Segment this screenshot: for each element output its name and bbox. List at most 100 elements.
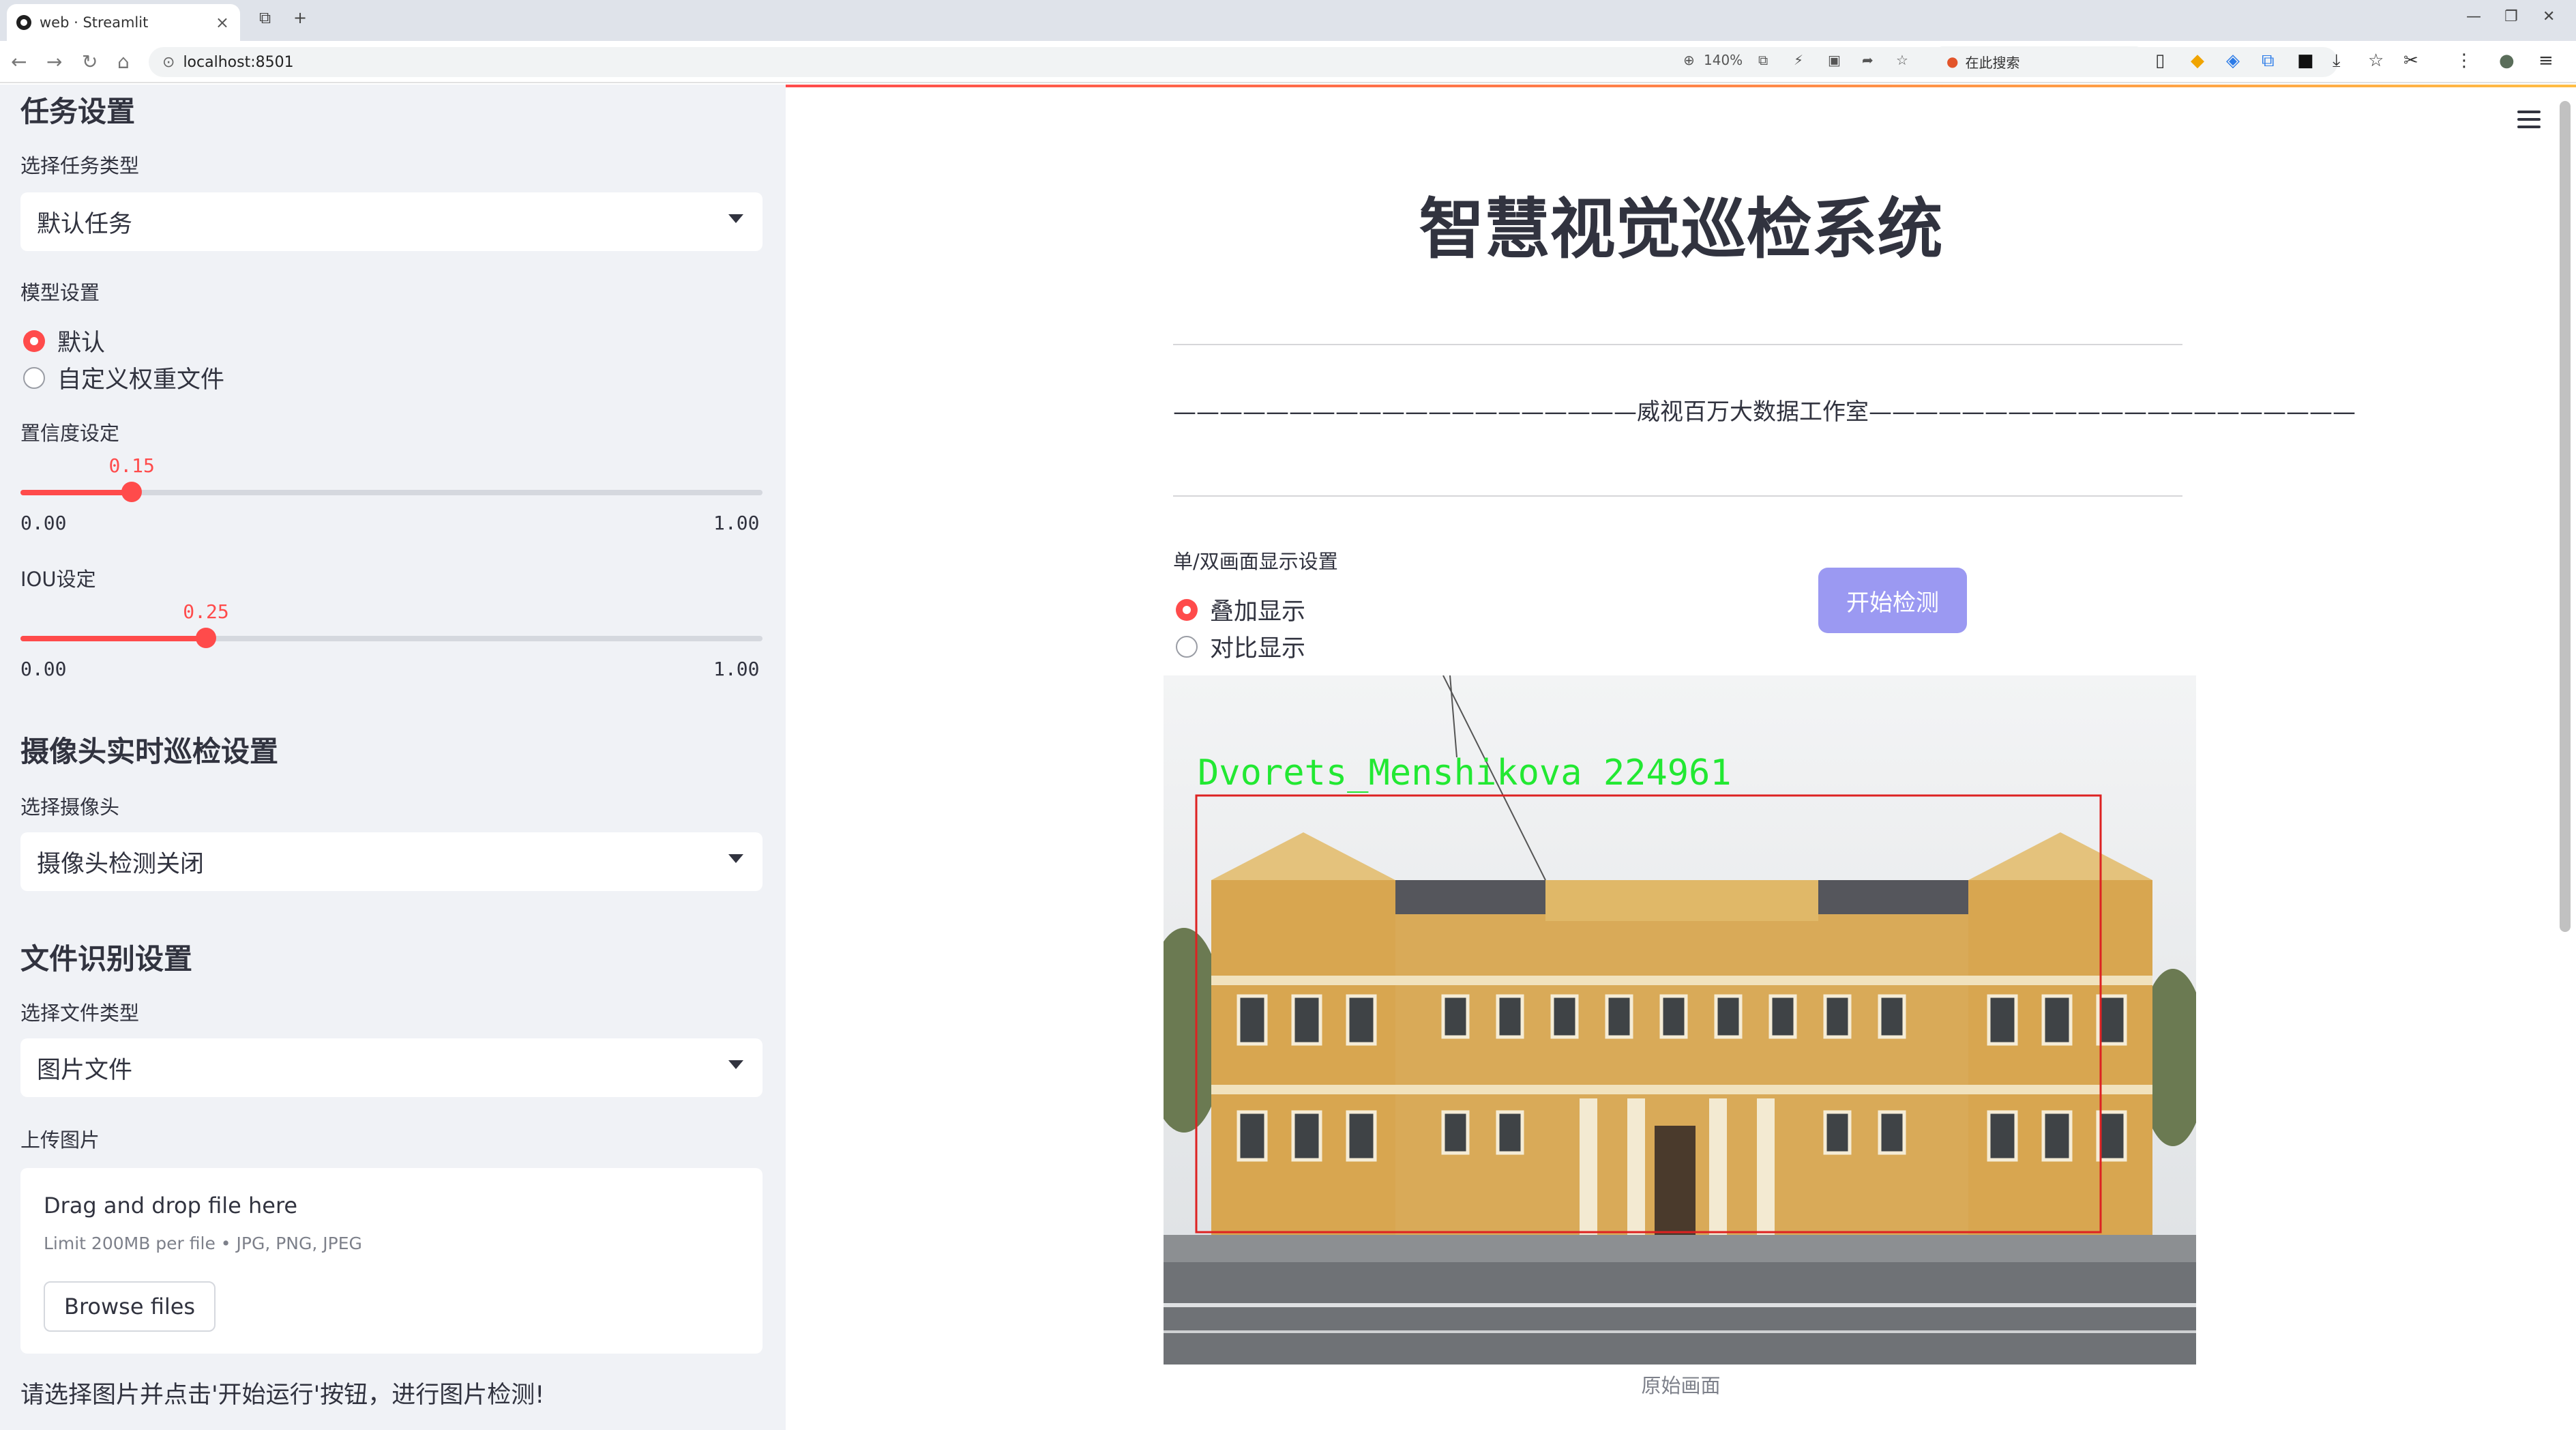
tab-title: web · Streamlit [40,14,149,31]
model-label: 模型设置 [20,281,100,304]
radio-selected-icon [1176,598,1198,621]
extension-2-icon[interactable]: ◈ [2226,50,2240,71]
extension-4-icon[interactable]: ■ [2297,50,2314,71]
profile-avatar[interactable]: ● [2499,50,2515,71]
upload-label: 上传图片 [20,1128,100,1152]
share-icon[interactable]: ➦ [1862,52,1874,68]
radio-unselected-icon [1176,635,1198,658]
new-tab-icon[interactable]: + [293,8,307,27]
forward-icon[interactable]: → [46,50,62,73]
hamburger-menu-icon[interactable] [2517,111,2541,128]
download-icon[interactable]: ⤓ [2333,50,2341,72]
task-type-label: 选择任务类型 [20,154,140,177]
divider [1173,344,2182,345]
confidence-slider-thumb[interactable] [121,482,143,502]
image-caption: 原始画面 [1641,1374,1721,1397]
streamlit-favicon-icon [16,15,31,30]
zoom-icon[interactable]: ⊕ [1683,52,1695,68]
file-type-label: 选择文件类型 [20,1002,140,1025]
iou-max: 1.00 [713,658,760,680]
home-icon[interactable]: ⌂ [117,50,130,73]
confidence-min: 0.00 [20,512,67,534]
favorites-icon[interactable]: ☆ [2368,50,2384,71]
page-subtitle: ————————————————————威视百万大数据工作室——————————… [1173,398,2356,426]
confidence-slider[interactable] [20,482,763,502]
file-type-select[interactable]: 图片文件 [20,1038,763,1097]
task-type-value: 默认任务 [37,210,133,238]
file-section-title: 文件识别设置 [20,942,193,976]
browser-tab[interactable]: web · Streamlit × [7,4,240,41]
streamlit-decoration-bar [786,85,2576,87]
iou-slider-thumb[interactable] [196,628,216,648]
confidence-slider-fill [20,490,132,495]
tab-group-icon[interactable]: ⧉ [259,8,271,27]
iou-label: IOU设定 [20,568,96,591]
file-uploader-dropzone[interactable]: Drag and drop file here Limit 200MB per … [20,1168,763,1354]
browser-search-field[interactable]: ● 在此搜索 [1937,46,2142,76]
model-option-label: 自定义权重文件 [57,366,225,394]
cut-icon[interactable]: ✂ [2403,50,2418,71]
screenshot-icon[interactable]: ▣ [1828,52,1841,68]
zoom-level[interactable]: 140% [1704,52,1743,68]
confidence-label: 置信度设定 [20,422,120,445]
extension-1-icon[interactable]: ◆ [2191,50,2204,71]
sidebar-hint-text: 请选择图片并点击'开始运行'按钮，进行图片检测! [20,1382,545,1409]
detection-image: Dvorets_Menshikova 224961 [1164,675,2196,1365]
restore-icon[interactable]: ❐ [2504,8,2518,25]
upload-limit-text: Limit 200MB per file • JPG, PNG, JPEG [44,1234,362,1253]
phone-icon[interactable]: ▯ [2155,50,2165,71]
camera-section-title: 摄像头实时巡检设置 [20,735,279,768]
model-option-label: 默认 [57,330,106,357]
file-type-value: 图片文件 [37,1056,133,1084]
tab-close-icon[interactable]: × [216,13,229,32]
divider [1173,495,2182,497]
search-placeholder: 在此搜索 [1965,54,2020,71]
chevron-down-icon [728,1060,743,1069]
task-section-title: 任务设置 [20,95,136,128]
main-content: 智慧视觉巡检系统 ————————————————————威视百万大数据工作室—… [786,85,2576,1430]
iou-value: 0.25 [183,600,229,623]
display-radio-compare[interactable]: 对比显示 [1176,629,1305,664]
browser-tab-bar: web · Streamlit × ⧉ + — ❐ ✕ [0,0,2576,41]
url-text: localhost:8501 [183,53,294,71]
page-title: 智慧视觉巡检系统 [1419,191,1943,267]
bookmark-star-icon[interactable]: ☆ [1896,52,1908,68]
chevron-down-icon [728,854,743,863]
confidence-value: 0.15 [108,454,155,477]
camera-label: 选择摄像头 [20,796,120,819]
iou-slider[interactable] [20,628,763,648]
radio-unselected-icon [23,366,45,389]
sidebar: 任务设置 选择任务类型 默认任务 模型设置 默认 自定义权重文件 置信度设定 0… [0,85,786,1430]
display-option-label: 叠加显示 [1210,598,1306,626]
model-radio-default[interactable]: 默认 [23,323,105,358]
minimize-icon[interactable]: — [2466,8,2481,25]
start-detection-button[interactable]: 开始检测 [1818,568,1967,633]
reload-icon[interactable]: ↻ [82,50,98,73]
confidence-max: 1.00 [713,512,760,534]
camera-select[interactable]: 摄像头检测关闭 [20,832,763,891]
camera-value: 摄像头检测关闭 [37,850,205,878]
building-photo: Dvorets_Menshikova 224961 [1164,675,2196,1365]
back-icon[interactable]: ← [11,50,27,73]
task-type-select[interactable]: 默认任务 [20,192,763,251]
detection-label: Dvorets_Menshikova 224961 [1198,753,1732,793]
upload-drag-text: Drag and drop file here [44,1193,298,1219]
iou-slider-fill [20,636,206,641]
site-info-icon: ⊙ [162,53,175,71]
radio-selected-icon [23,330,45,352]
display-mode-label: 单/双画面显示设置 [1173,550,1338,573]
search-engine-icon: ● [1946,53,1959,70]
more-menu-icon[interactable]: ⋮ [2455,50,2473,71]
chevron-down-icon [728,214,743,223]
lightning-icon[interactable]: ⚡ [1794,52,1803,68]
window-close-icon[interactable]: ✕ [2543,8,2555,25]
display-option-label: 对比显示 [1210,635,1306,662]
extension-3-icon[interactable]: ⧉ [2262,50,2275,72]
address-bar-row: ← → ↻ ⌂ ⊙ localhost:8501 ⊕ 140% ⧉ ⚡ ▣ ➦ … [0,41,2576,83]
translate-icon[interactable]: ⧉ [1758,52,1768,68]
model-radio-custom[interactable]: 自定义权重文件 [23,360,224,395]
browser-menu-icon[interactable]: ≡ [2538,50,2553,71]
display-radio-overlay[interactable]: 叠加显示 [1176,592,1305,627]
iou-min: 0.00 [20,658,67,680]
browse-files-button[interactable]: Browse files [44,1281,216,1332]
